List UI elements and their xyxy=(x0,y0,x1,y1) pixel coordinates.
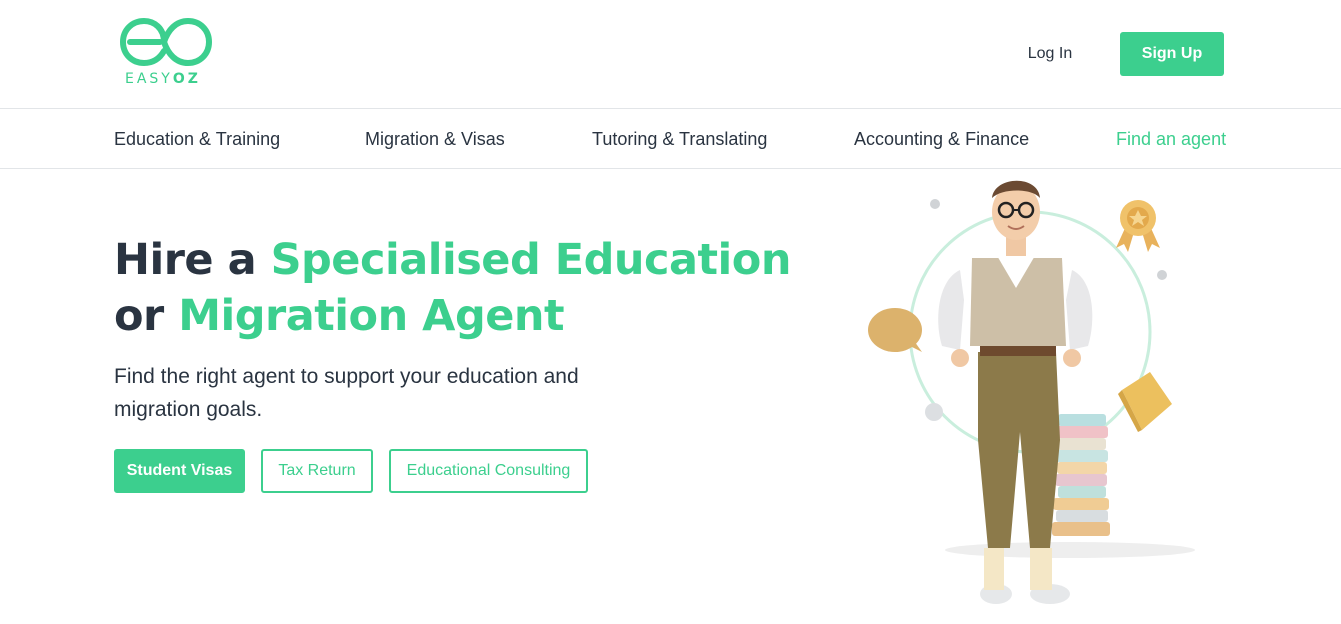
person-figure xyxy=(938,180,1093,604)
hero-title-part3: or xyxy=(114,291,179,341)
logo-wordmark: EASYOZ xyxy=(125,71,201,87)
hero-subtitle: Find the right agent to support your edu… xyxy=(114,365,579,421)
site-header: EASYOZ Log In Sign Up xyxy=(0,0,1341,109)
book-icon xyxy=(1118,372,1172,432)
easyoz-logo-icon xyxy=(120,18,212,66)
tag-educational-consulting[interactable]: Educational Consulting xyxy=(389,449,588,493)
nav-item-tutoring-translating[interactable]: Tutoring & Translating xyxy=(592,109,767,169)
login-link[interactable]: Log In xyxy=(1010,32,1090,76)
hero-title-highlight1: Specialised Education xyxy=(270,235,792,285)
hero-title-part1: Hire a xyxy=(114,235,271,285)
hero-illustration xyxy=(860,170,1210,620)
person-illustration xyxy=(868,180,1195,604)
nav-item-find-agent[interactable]: Find an agent xyxy=(1116,109,1226,169)
tag-tax-return[interactable]: Tax Return xyxy=(261,449,373,493)
award-badge-icon xyxy=(1116,200,1160,252)
book-stack xyxy=(1052,414,1110,536)
speech-bubble-icon xyxy=(868,308,922,352)
nav-item-accounting-finance[interactable]: Accounting & Finance xyxy=(854,109,1029,169)
nav-item-education-training[interactable]: Education & Training xyxy=(114,109,280,169)
hero-title: Hire a Specialised Education or Migratio… xyxy=(114,232,814,344)
main-nav: Education & Training Migration & Visas T… xyxy=(0,109,1341,169)
nav-item-migration-visas[interactable]: Migration & Visas xyxy=(365,109,505,169)
hero-title-highlight2: Migration Agent xyxy=(178,291,565,341)
signup-button[interactable]: Sign Up xyxy=(1120,32,1224,76)
easyoz-logo[interactable]: EASYOZ xyxy=(120,18,212,90)
tag-student-visas[interactable]: Student Visas xyxy=(114,449,245,493)
